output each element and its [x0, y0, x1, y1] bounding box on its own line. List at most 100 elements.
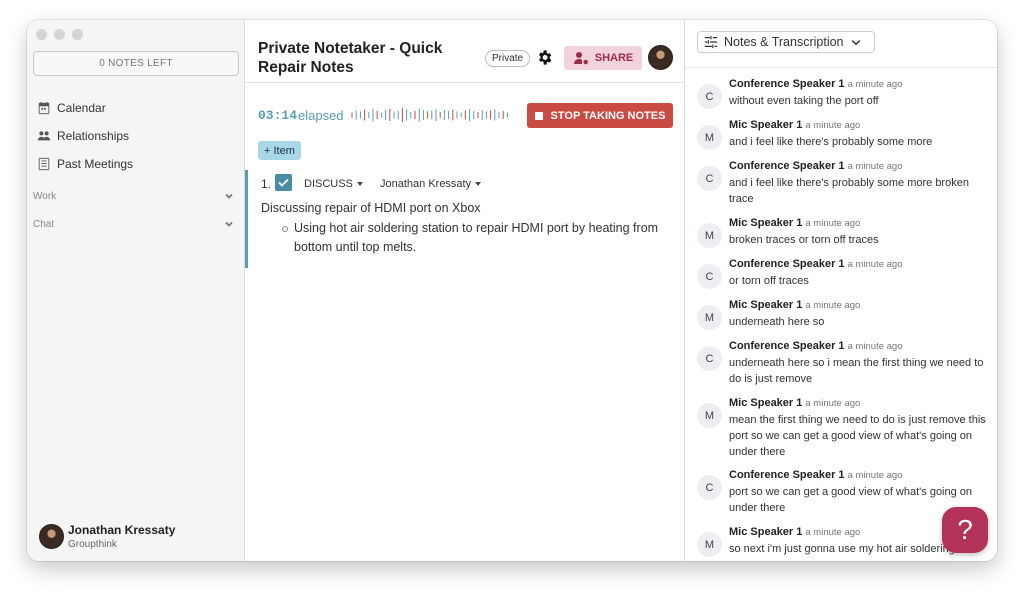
share-button[interactable]: SHARE [564, 46, 642, 70]
timestamp: a minute ago [805, 300, 861, 311]
calendar-icon [38, 101, 50, 115]
transcript-text: mean the first thing we need to do is ju… [729, 414, 986, 458]
user-organization: Groupthink [68, 539, 117, 550]
agenda-type-dropdown[interactable]: DISCUSS [304, 174, 363, 193]
user-profile[interactable]: Jonathan Kressaty Groupthink [39, 523, 175, 550]
transcript-header: Notes & Transcription [685, 20, 997, 68]
transcript-text: broken traces or torn off traces [729, 234, 879, 246]
speaker-name: Mic Speaker 1 [729, 397, 803, 409]
speaker-avatar: M [697, 223, 722, 248]
main-panel: Private Notetaker - Quick Repair Notes P… [245, 20, 685, 561]
agenda-item-number: 1. [261, 177, 272, 191]
people-icon [37, 131, 51, 141]
speaker-avatar: C [697, 475, 722, 500]
transcript-text: or torn off traces [729, 275, 809, 287]
view-dropdown-label: Notes & Transcription [724, 35, 844, 49]
timestamp: a minute ago [805, 398, 861, 409]
sidebar-item-label: Past Meetings [57, 157, 134, 171]
speaker-name: Conference Speaker 1 [729, 160, 845, 172]
elapsed-label: elapsed [298, 108, 344, 123]
agenda-item: 1. DISCUSS Jonathan Kressaty Discussing … [245, 170, 684, 268]
speaker-name: Mic Speaker 1 [729, 299, 803, 311]
speaker-avatar: M [697, 403, 722, 428]
timestamp: a minute ago [847, 470, 903, 481]
list-icon [38, 157, 50, 171]
transcript-text: underneath here so i mean the first thin… [729, 357, 984, 385]
transcript-text: and i feel like there's probably some mo… [729, 136, 933, 148]
stop-taking-notes-button[interactable]: STOP TAKING NOTES [527, 103, 673, 128]
sidebar-item-relationships[interactable]: Relationships [37, 122, 237, 150]
audio-waveform [351, 108, 508, 122]
caret-down-icon [356, 181, 363, 186]
speaker-name: Conference Speaker 1 [729, 78, 845, 90]
timestamp: a minute ago [805, 120, 861, 131]
timestamp: a minute ago [847, 341, 903, 352]
transcript-text: without even taking the port off [729, 95, 879, 107]
speaker-avatar: M [697, 125, 722, 150]
close-window-button[interactable] [36, 29, 47, 40]
checkmark-icon [278, 178, 289, 187]
stop-label: STOP TAKING NOTES [550, 109, 666, 122]
agenda-bullet-note[interactable]: Using hot air soldering station to repai… [282, 219, 662, 257]
sidebar-group-label: Work [33, 190, 57, 202]
timestamp: a minute ago [805, 218, 861, 229]
help-button[interactable]: ? [942, 507, 988, 553]
sidebar-group-label: Chat [33, 218, 55, 230]
speaker-name: Conference Speaker 1 [729, 340, 845, 352]
speaker-avatar: C [697, 166, 722, 191]
sidebar-item-past-meetings[interactable]: Past Meetings [37, 150, 237, 178]
agenda-description[interactable]: Discussing repair of HDMI port on Xbox [261, 201, 481, 215]
speaker-avatar: M [697, 532, 722, 557]
chevron-down-icon [851, 39, 860, 46]
timestamp: a minute ago [847, 79, 903, 90]
sidebar-item-label: Calendar [57, 101, 106, 115]
assignee-dropdown[interactable]: Jonathan Kressaty [380, 174, 482, 193]
avatar [39, 524, 64, 549]
sidebar-item-calendar[interactable]: Calendar [37, 94, 237, 122]
share-label: SHARE [594, 52, 634, 64]
speaker-name: Mic Speaker 1 [729, 526, 803, 538]
timestamp: a minute ago [847, 259, 903, 270]
user-name: Jonathan Kressaty [68, 523, 176, 537]
gear-icon[interactable] [536, 49, 553, 66]
chevron-down-icon [225, 221, 233, 227]
transcript-panel: Notes & Transcription C Conference Speak… [685, 20, 997, 561]
sidebar-nav: Calendar Relationships Past Meetings [37, 94, 237, 178]
agenda-item-checkbox[interactable] [275, 174, 292, 191]
speaker-avatar: C [697, 264, 722, 289]
speaker-avatar: M [697, 305, 722, 330]
sidebar-group-chat[interactable]: Chat [33, 218, 235, 230]
agenda-type-value: DISCUSS [304, 177, 353, 190]
sidebar-item-label: Relationships [57, 129, 130, 143]
privacy-badge: Private [485, 50, 531, 67]
speaker-avatar: C [697, 346, 722, 371]
sidebar-group-work[interactable]: Work [33, 190, 235, 202]
share-people-icon [573, 52, 588, 65]
window-controls [36, 29, 83, 40]
add-item-button[interactable]: + Item [258, 141, 301, 160]
page-title: Private Notetaker - Quick Repair Notes [258, 40, 443, 76]
sliders-icon [704, 35, 718, 49]
transcript-text: and i feel like there's probably some mo… [729, 177, 969, 205]
app-window: 0 NOTES LEFT Calendar Relationships Past… [27, 20, 997, 561]
stop-icon [534, 111, 543, 120]
avatar[interactable] [648, 45, 673, 70]
assignee-value: Jonathan Kressaty [380, 177, 472, 190]
transcript-text: underneath here so [729, 316, 825, 328]
speaker-name: Conference Speaker 1 [729, 469, 845, 481]
caret-down-icon [475, 181, 482, 186]
view-dropdown[interactable]: Notes & Transcription [697, 31, 875, 53]
sidebar: 0 NOTES LEFT Calendar Relationships Past… [27, 20, 245, 561]
notes-left-button[interactable]: 0 NOTES LEFT [33, 51, 239, 76]
maximize-window-button[interactable] [72, 29, 83, 40]
speaker-name: Conference Speaker 1 [729, 258, 845, 270]
timestamp: a minute ago [847, 161, 903, 172]
main-header: Private Notetaker - Quick Repair Notes P… [245, 20, 684, 83]
speaker-name: Mic Speaker 1 [729, 217, 803, 229]
elapsed-timer: 03:14 [258, 108, 298, 123]
chevron-down-icon [225, 193, 233, 199]
speaker-avatar: C [697, 84, 722, 109]
timestamp: a minute ago [805, 527, 861, 538]
speaker-name: Mic Speaker 1 [729, 119, 803, 131]
minimize-window-button[interactable] [54, 29, 65, 40]
